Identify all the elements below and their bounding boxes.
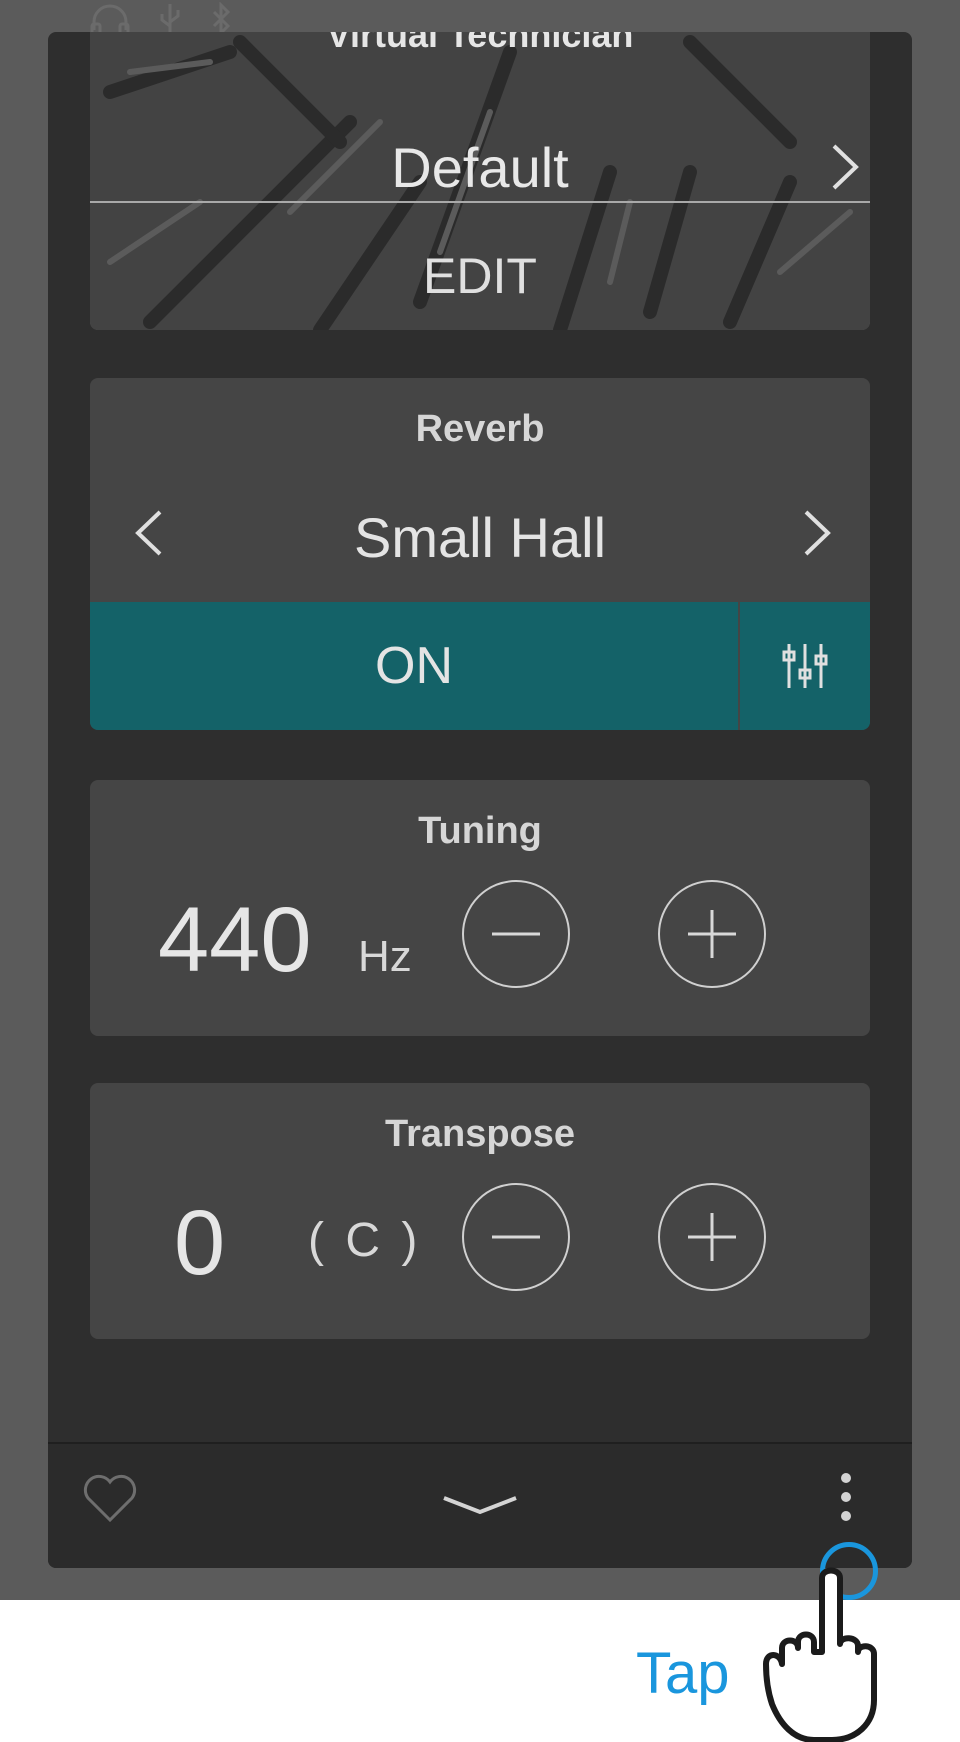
tuning-decrease-button[interactable]: [462, 880, 570, 988]
minus-icon: [492, 1235, 540, 1239]
plus-icon: [688, 1213, 736, 1261]
transpose-increase-button[interactable]: [658, 1183, 766, 1291]
chevron-right-icon[interactable]: [802, 508, 832, 558]
settings-panel: Virtual Technician Default EDIT Reverb S…: [48, 32, 912, 1568]
reverb-on-toggle[interactable]: ON: [90, 602, 738, 730]
heart-icon[interactable]: [82, 1474, 138, 1524]
virtual-technician-value[interactable]: Default: [90, 136, 870, 200]
chevron-down-icon[interactable]: [442, 1494, 518, 1518]
tap-instruction-label: Tap: [636, 1641, 730, 1706]
chevron-right-icon[interactable]: [830, 142, 860, 192]
tuning-unit: Hz: [358, 932, 412, 981]
transpose-card: Transpose 0 ( C ): [90, 1083, 870, 1339]
tuning-increase-button[interactable]: [658, 880, 766, 988]
tuning-value: 440: [158, 889, 312, 991]
virtual-technician-title: Virtual Technician: [326, 32, 634, 55]
minus-icon: [492, 932, 540, 936]
divider: [90, 201, 870, 203]
reverb-settings-button[interactable]: [740, 602, 870, 730]
tuning-card: Tuning 440 Hz: [90, 780, 870, 1036]
bottom-bar: [48, 1442, 912, 1568]
plus-icon: [688, 910, 736, 958]
transpose-decrease-button[interactable]: [462, 1183, 570, 1291]
edit-button[interactable]: EDIT: [90, 246, 870, 306]
transpose-key: ( C ): [308, 1214, 422, 1267]
reverb-card: Reverb Small Hall ON: [90, 378, 870, 730]
pointing-hand-icon: [763, 1567, 877, 1742]
transpose-value: 0: [174, 1192, 226, 1294]
transpose-title: Transpose: [384, 1113, 576, 1155]
tuning-title: Tuning: [418, 810, 542, 852]
virtual-technician-card: Virtual Technician Default EDIT: [90, 32, 870, 330]
reverb-title: Reverb: [415, 408, 545, 450]
sliders-icon: [782, 644, 828, 688]
reverb-type-value: Small Hall: [353, 506, 607, 569]
more-vertical-icon[interactable]: [838, 1472, 854, 1522]
